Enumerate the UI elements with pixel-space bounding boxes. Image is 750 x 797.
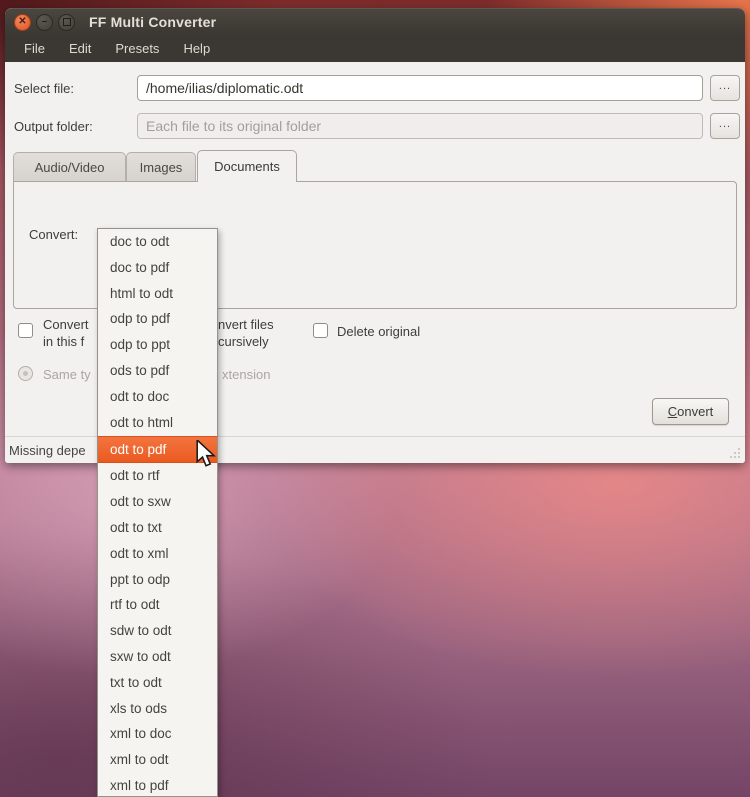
convert-button-mnemonic: C <box>667 404 678 419</box>
dropdown-item[interactable]: xml to odt <box>98 747 217 773</box>
tab-documents[interactable]: Documents <box>197 150 297 182</box>
minimize-button[interactable]: – <box>36 13 53 31</box>
recursive-label-line2: cursively <box>218 334 269 349</box>
dropdown-item[interactable]: odp to ppt <box>98 332 217 358</box>
convert-all-checkbox[interactable] <box>18 323 33 338</box>
dropdown-item[interactable]: doc to odt <box>98 229 217 255</box>
menu-presets[interactable]: Presets <box>105 37 169 60</box>
convert-all-label: Convert in this f <box>43 316 89 350</box>
convert-all-label-line2: in this f <box>43 334 85 349</box>
maximize-button[interactable] <box>58 13 75 31</box>
select-file-label: Select file: <box>14 81 74 96</box>
dropdown-item[interactable]: ods to pdf <box>98 358 217 384</box>
dropdown-item[interactable]: xml to doc <box>98 721 217 747</box>
tab-images[interactable]: Images <box>126 152 196 181</box>
select-file-input[interactable] <box>137 75 703 101</box>
menubar: File Edit Presets Help <box>5 35 745 62</box>
status-message: Missing depe <box>9 442 86 458</box>
recursive-label-line1: nvert files <box>218 317 274 332</box>
convert-button-label: onvert <box>677 404 714 419</box>
titlebar[interactable]: ✕ – FF Multi Converter <box>5 8 745 35</box>
dropdown-item[interactable]: xml to pdf <box>98 773 217 796</box>
minimize-icon: – <box>41 16 48 27</box>
mouse-cursor-icon <box>196 440 216 467</box>
convert-all-label-line1: Convert <box>43 317 89 332</box>
output-folder-input[interactable] <box>137 113 703 139</box>
dropdown-item[interactable]: html to odt <box>98 281 217 307</box>
dropdown-item[interactable]: odt to txt <box>98 515 217 541</box>
close-button[interactable]: ✕ <box>14 13 31 31</box>
recursive-label-fragment: nvert files cursively <box>218 316 274 350</box>
dropdown-item[interactable]: odt to html <box>98 410 217 436</box>
tab-audio-video[interactable]: Audio/Video <box>13 152 126 181</box>
dropdown-item[interactable]: xls to ods <box>98 696 217 722</box>
dropdown-item[interactable]: rtf to odt <box>98 592 217 618</box>
dropdown-item[interactable]: odp to pdf <box>98 306 217 332</box>
convert-dropdown[interactable]: doc to odt doc to pdf html to odt odp to pd… <box>97 228 218 797</box>
output-folder-browse-button[interactable]: ... <box>710 113 740 139</box>
resize-grip-icon[interactable] <box>728 446 742 460</box>
same-type-radio[interactable] <box>18 366 33 381</box>
delete-original-label: Delete original <box>337 324 421 339</box>
maximize-icon <box>62 18 71 26</box>
dropdown-item[interactable]: odt to doc <box>98 384 217 410</box>
dropdown-item[interactable]: doc to pdf <box>98 255 217 281</box>
radio-dot-icon <box>23 371 28 376</box>
dropdown-item[interactable]: odt to xml <box>98 541 217 567</box>
convert-combobox-label: Convert: <box>29 227 79 242</box>
same-type-label: Same ty <box>43 367 91 382</box>
output-folder-label: Output folder: <box>14 119 93 134</box>
delete-original-checkbox[interactable] <box>313 323 328 338</box>
window-title: FF Multi Converter <box>89 14 217 30</box>
dropdown-item[interactable]: sxw to odt <box>98 644 217 670</box>
select-file-browse-button[interactable]: ... <box>710 75 740 101</box>
dropdown-item[interactable]: txt to odt <box>98 670 217 696</box>
menu-file[interactable]: File <box>14 37 55 60</box>
convert-button[interactable]: Convert <box>652 398 729 425</box>
extension-label-fragment: xtension <box>222 367 271 382</box>
dropdown-item[interactable]: odt to sxw <box>98 489 217 515</box>
dropdown-item[interactable]: ppt to odp <box>98 567 217 593</box>
dropdown-item[interactable]: sdw to odt <box>98 618 217 644</box>
close-icon: ✕ <box>18 16 27 27</box>
menu-edit[interactable]: Edit <box>59 37 101 60</box>
menu-help[interactable]: Help <box>173 37 220 60</box>
